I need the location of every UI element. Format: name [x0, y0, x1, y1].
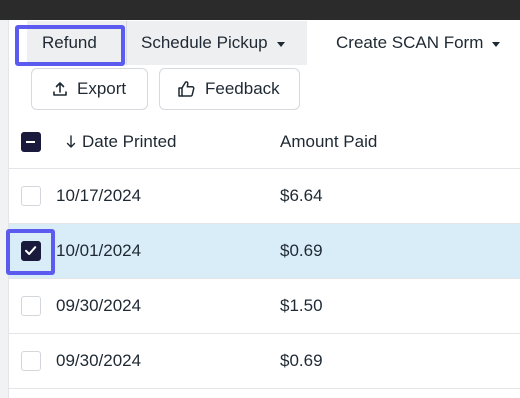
- export-label: Export: [77, 79, 127, 98]
- action-button-group: Refund Schedule Pickup: [27, 21, 307, 65]
- row-checkbox[interactable]: [21, 186, 41, 206]
- upload-icon: [53, 82, 67, 96]
- table-row[interactable]: 09/30/2024 $1.50: [9, 279, 520, 334]
- date-printed-cell: 10/01/2024: [56, 241, 142, 260]
- table-row[interactable]: 10/01/2024 $0.69: [9, 224, 520, 279]
- feedback-label: Feedback: [205, 79, 280, 98]
- amount-paid-cell: $0.69: [280, 351, 323, 370]
- schedule-pickup-label: Schedule Pickup: [141, 33, 268, 52]
- labels-table: Date Printed Amount Paid 10/17/2024 $6.6…: [9, 116, 520, 389]
- table-row[interactable]: 10/17/2024 $6.64: [9, 169, 520, 224]
- date-printed-cell: 09/30/2024: [56, 351, 142, 370]
- feedback-button[interactable]: Feedback: [159, 68, 300, 110]
- create-scan-form-button[interactable]: Create SCAN Form: [336, 21, 501, 65]
- left-gutter: [0, 20, 8, 398]
- date-printed-cell: 10/17/2024: [56, 186, 142, 205]
- table-header: Date Printed Amount Paid: [9, 116, 520, 169]
- chevron-down-icon: [276, 41, 285, 47]
- create-scan-form-label: Create SCAN Form: [336, 33, 484, 52]
- column-header-amount-paid[interactable]: Amount Paid: [280, 132, 377, 152]
- schedule-pickup-button[interactable]: Schedule Pickup: [127, 21, 307, 65]
- refund-button-label: Refund: [42, 33, 97, 52]
- top-bar: [0, 0, 520, 20]
- refund-button[interactable]: Refund: [27, 21, 127, 65]
- checkmark-icon: [25, 246, 37, 255]
- table-row[interactable]: 09/30/2024 $0.69: [9, 334, 520, 389]
- minus-icon: [26, 141, 35, 143]
- row-checkbox[interactable]: [21, 296, 41, 316]
- amount-paid-cell: $6.64: [280, 186, 323, 205]
- amount-paid-cell: $1.50: [280, 296, 323, 315]
- column-header-date-label: Date Printed: [82, 132, 177, 151]
- arrow-down-icon: [66, 135, 76, 148]
- export-button[interactable]: Export: [31, 68, 148, 110]
- page: Refund Schedule Pickup Create SCAN Form …: [0, 0, 520, 398]
- row-checkbox[interactable]: [21, 351, 41, 371]
- chevron-down-icon: [492, 41, 501, 47]
- thumbs-up-icon: [178, 81, 195, 97]
- select-all-checkbox[interactable]: [21, 132, 41, 152]
- row-checkbox[interactable]: [21, 241, 41, 261]
- date-printed-cell: 09/30/2024: [56, 296, 142, 315]
- amount-paid-cell: $0.69: [280, 241, 323, 260]
- column-header-date-printed[interactable]: Date Printed: [66, 132, 177, 152]
